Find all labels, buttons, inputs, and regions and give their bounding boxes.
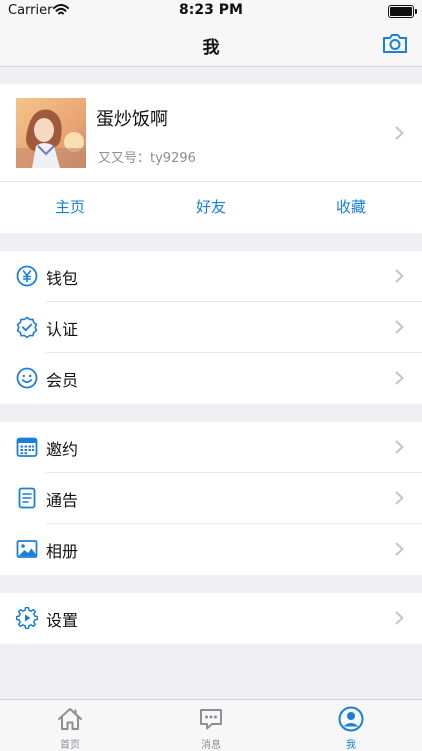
status-bar: Carrier 8:23 PM	[0, 0, 422, 22]
menu-item-label: 设置	[46, 611, 79, 630]
chevron-right-icon	[395, 269, 404, 283]
menu-item-label: 会员	[46, 371, 79, 390]
menu-item-wallet[interactable]: 钱包	[0, 251, 422, 302]
profile-id: 又又号：ty9296	[98, 147, 196, 166]
menu-group-account: 钱包 认证 会员	[0, 251, 422, 404]
chevron-right-icon[interactable]	[395, 126, 404, 140]
document-icon	[18, 487, 36, 509]
avatar[interactable]	[16, 98, 86, 168]
status-time: 8:23 PM	[179, 2, 243, 18]
avatar-image	[16, 98, 86, 168]
profile-id-value: ty9296	[150, 151, 196, 166]
profile-id-label: 又又号：	[98, 151, 151, 166]
menu-item-label: 钱包	[46, 269, 79, 288]
verified-badge-icon	[16, 316, 38, 338]
home-icon	[58, 708, 82, 730]
tab-label: 首页	[60, 740, 80, 751]
yuan-circle-icon	[16, 265, 38, 287]
menu-item-label: 相册	[46, 542, 79, 561]
profile-card: 蛋炒饭啊 又又号：ty9296 主页 好友 收藏	[0, 84, 422, 233]
photo-icon	[16, 540, 38, 558]
menu-item-label: 通告	[46, 491, 79, 510]
chevron-right-icon	[395, 371, 404, 385]
favorites-link[interactable]: 收藏	[311, 196, 391, 217]
page-title: 我	[202, 38, 220, 58]
chat-icon	[200, 709, 222, 730]
chevron-right-icon	[395, 320, 404, 334]
menu-group-activity: 邀约 通告 相册	[0, 422, 422, 575]
divider	[0, 181, 422, 182]
tab-label: 消息	[201, 740, 221, 751]
tab-bar: 首页 消息 我	[0, 699, 422, 751]
menu-item-settings[interactable]: 设置	[0, 593, 422, 644]
menu-item-membership[interactable]: 会员	[0, 353, 422, 404]
profile-name: 蛋炒饭啊	[96, 109, 168, 130]
camera-icon[interactable]	[382, 31, 408, 55]
chevron-right-icon	[395, 542, 404, 556]
chevron-right-icon	[395, 491, 404, 505]
menu-item-verification[interactable]: 认证	[0, 302, 422, 353]
calendar-icon	[16, 437, 38, 457]
friends-link[interactable]: 好友	[171, 196, 251, 217]
menu-item-label: 邀约	[46, 440, 79, 459]
battery-icon	[388, 5, 417, 18]
navigation-bar: 我	[0, 22, 422, 67]
tab-home[interactable]: 首页	[30, 700, 110, 751]
tab-messages[interactable]: 消息	[171, 700, 251, 751]
chevron-right-icon	[395, 611, 404, 625]
smiley-icon	[16, 367, 38, 389]
menu-item-album[interactable]: 相册	[0, 524, 422, 575]
chevron-right-icon	[395, 440, 404, 454]
tab-me[interactable]: 我	[311, 700, 391, 751]
settings-gear-icon	[16, 607, 38, 629]
person-icon	[338, 706, 364, 732]
menu-item-announcements[interactable]: 通告	[0, 473, 422, 524]
tab-label: 我	[346, 740, 356, 751]
homepage-link[interactable]: 主页	[30, 196, 110, 217]
menu-group-settings: 设置	[0, 593, 422, 644]
menu-item-label: 认证	[46, 320, 79, 339]
menu-item-invitations[interactable]: 邀约	[0, 422, 422, 473]
